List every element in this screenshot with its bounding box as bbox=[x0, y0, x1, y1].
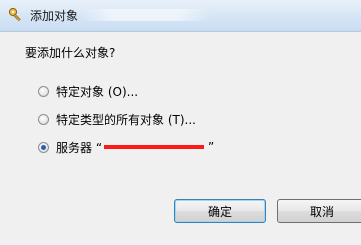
option-specific-object[interactable]: 特定对象 (O)... bbox=[38, 83, 138, 99]
radio-server[interactable] bbox=[38, 141, 49, 153]
redaction-mark bbox=[104, 145, 205, 149]
option-label: 特定类型的所有对象 (T)... bbox=[56, 112, 196, 127]
option-server[interactable]: 服务器 “ ” bbox=[38, 139, 214, 155]
option-label: 服务器 “ bbox=[56, 140, 103, 155]
title-blurred-text bbox=[80, 9, 210, 21]
question-label: 要添加什么对象? bbox=[25, 46, 116, 60]
radio-all-objects-of-type[interactable] bbox=[38, 113, 49, 125]
key-icon bbox=[8, 7, 21, 22]
cancel-button[interactable]: 取消 bbox=[277, 199, 361, 223]
window-title: 添加对象 bbox=[30, 9, 79, 23]
option-suffix: ” bbox=[208, 140, 215, 154]
title-bar[interactable]: 添加对象 bbox=[0, 0, 361, 32]
radio-specific-object[interactable] bbox=[38, 85, 49, 97]
option-label: 特定对象 (O)... bbox=[56, 84, 139, 99]
option-all-objects-of-type[interactable]: 特定类型的所有对象 (T)... bbox=[38, 111, 196, 127]
ok-button[interactable]: 确定 bbox=[174, 199, 266, 223]
add-object-dialog: 添加对象 要添加什么对象? 特定对象 (O)... 特定类型的所有对象 (T).… bbox=[0, 0, 361, 245]
